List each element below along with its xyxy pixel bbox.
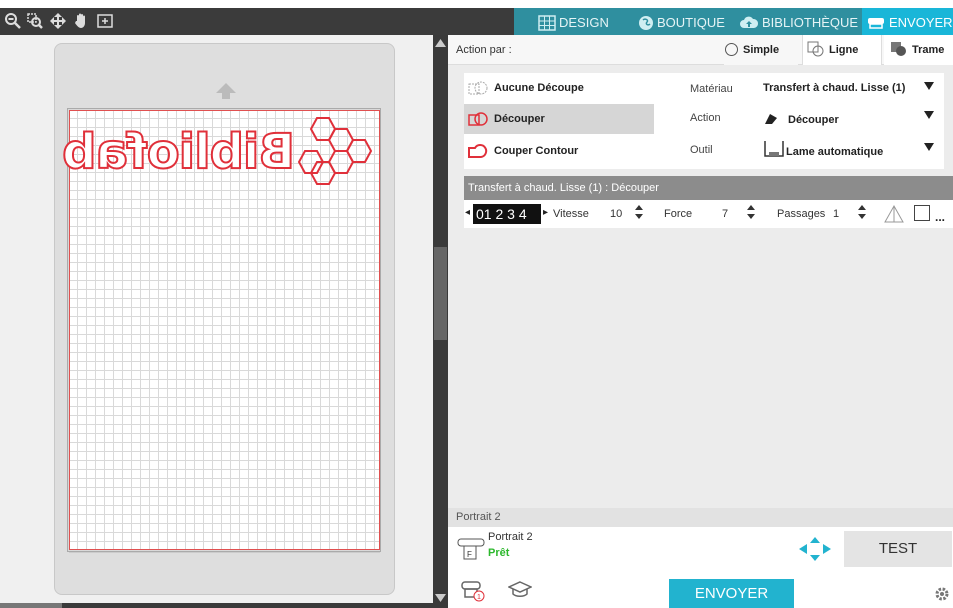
force-value[interactable]: 7: [722, 208, 728, 220]
action-option-simple[interactable]: Simple: [724, 35, 798, 65]
radio-icon: [725, 43, 738, 56]
design-object[interactable]: Bibliofab: [62, 114, 373, 186]
blade-right-arrow-icon[interactable]: ▸: [543, 207, 548, 218]
material-label: Matériau: [690, 83, 733, 95]
svg-text:F: F: [467, 550, 472, 559]
tool-select[interactable]: Lame automatique: [758, 137, 938, 163]
track-enhancing-icon[interactable]: [883, 204, 905, 224]
gear-icon[interactable]: [934, 586, 950, 602]
zoom-out-icon[interactable]: [4, 12, 22, 30]
cut-option-none-label: Aucune Découpe: [494, 82, 584, 94]
tool-value: Lame automatique: [786, 146, 884, 158]
force-label: Force: [664, 208, 693, 220]
checkbox-icon[interactable]: [914, 205, 930, 221]
tutorial-cap-icon[interactable]: [508, 580, 532, 600]
vertical-scrollbar-thumb[interactable]: [434, 247, 447, 340]
tool-label: Outil: [690, 144, 713, 156]
cut-settings-box: Aucune Découpe Découper Couper Contour M…: [464, 73, 944, 169]
no-cut-icon: [468, 81, 488, 95]
cut-icon: [468, 112, 488, 126]
raster-mode-icon: [891, 42, 906, 56]
action-option-ligne-label: Ligne: [829, 44, 859, 56]
scroll-down-icon[interactable]: [433, 593, 448, 603]
blade-depth-digits: 01 2 3 4: [476, 206, 527, 222]
cut-option-contour-label: Couper Contour: [494, 145, 579, 157]
material-select[interactable]: Transfert à chaud. Lisse (1): [758, 76, 938, 102]
panel-splitter[interactable]: [433, 35, 448, 608]
top-toolbar: DESIGN BOUTIQUE BIBLIOTHÈQUE ENVOYER: [0, 8, 953, 35]
device-panel: F Portrait 2 Prêt TEST: [448, 527, 953, 572]
tab-boutique-label: BOUTIQUE: [657, 15, 725, 31]
action-option-trame-label: Trame: [912, 44, 945, 56]
bottom-bar: 1 ENVOYER: [448, 572, 953, 608]
device-status: Prêt: [488, 547, 510, 559]
action-by-label: Action par :: [456, 44, 512, 56]
contour-cut-icon: [468, 144, 488, 158]
tab-bibliotheque[interactable]: BIBLIOTHÈQUE: [739, 8, 858, 35]
move-arrows-icon[interactable]: [49, 12, 67, 30]
feed-direction-icon: [216, 83, 236, 93]
mat-ruler: [69, 552, 380, 567]
test-button[interactable]: TEST: [844, 531, 952, 567]
line-mode-icon: [807, 41, 824, 57]
device-section-label: Portrait 2: [448, 508, 953, 527]
blade-depth-selector[interactable]: 01 2 3 4: [473, 204, 541, 224]
cut-option-contour[interactable]: Couper Contour: [464, 136, 654, 166]
horizontal-scrollbar-thumb[interactable]: [0, 603, 62, 608]
cut-option-cut[interactable]: Découper: [464, 104, 654, 134]
speed-spinner-icon[interactable]: [634, 204, 644, 222]
passes-label: Passages: [777, 208, 826, 220]
action-value: Découper: [788, 114, 839, 126]
grid-icon: [538, 14, 556, 31]
action-bar: Action par : Simple Ligne Trame: [448, 35, 953, 65]
fit-to-page-icon[interactable]: [96, 12, 114, 30]
send-button[interactable]: ENVOYER: [669, 579, 794, 608]
chevron-down-icon: [924, 111, 934, 119]
cutter-queue-icon[interactable]: 1: [460, 579, 486, 603]
scroll-up-icon[interactable]: [433, 38, 448, 48]
auto-blade-icon: [764, 141, 784, 157]
feed-direction-stem: [222, 93, 230, 99]
action-label: Action: [690, 112, 721, 124]
svg-text:1: 1: [477, 594, 481, 601]
action-option-trame[interactable]: Trame: [884, 35, 953, 65]
main-tabs: DESIGN BOUTIQUE BIBLIOTHÈQUE ENVOYER: [514, 8, 953, 35]
action-select[interactable]: Découper: [758, 105, 938, 131]
cloud-icon: [740, 16, 759, 28]
cut-option-cut-label: Découper: [494, 113, 545, 125]
zoom-selection-icon[interactable]: [26, 12, 44, 30]
action-option-simple-label: Simple: [743, 44, 780, 56]
material-value: Transfert à chaud. Lisse (1): [763, 82, 906, 94]
speed-label: Vitesse: [553, 208, 589, 220]
passes-value[interactable]: 1: [833, 208, 839, 220]
chevron-down-icon: [924, 143, 934, 151]
more-options-button[interactable]: ...: [935, 210, 945, 224]
move-blade-icon[interactable]: [798, 536, 832, 562]
chevron-down-icon: [924, 82, 934, 90]
blade-icon: [765, 114, 777, 124]
tab-bibliotheque-label: BIBLIOTHÈQUE: [762, 15, 859, 31]
tab-design[interactable]: DESIGN: [538, 8, 609, 35]
passes-spinner-icon[interactable]: [857, 204, 867, 222]
pan-hand-icon[interactable]: [73, 12, 91, 30]
tab-envoyer[interactable]: ENVOYER: [862, 8, 953, 35]
send-panel: Action par : Simple Ligne Trame Aucune D…: [448, 35, 953, 608]
hexagon-logo-icon: [297, 117, 373, 185]
cutter-icon: [868, 17, 884, 29]
tab-envoyer-label: ENVOYER: [889, 15, 953, 31]
tab-boutique[interactable]: BOUTIQUE: [638, 8, 725, 35]
settings-header: Transfert à chaud. Lisse (1) : Découper: [464, 176, 953, 200]
action-option-ligne[interactable]: Ligne: [802, 35, 882, 65]
force-spinner-icon[interactable]: [746, 204, 756, 222]
store-icon: [639, 15, 653, 30]
device-name: Portrait 2: [488, 531, 533, 543]
design-mirrored-text: Bibliofab: [62, 123, 296, 181]
tab-design-label: DESIGN: [559, 15, 609, 31]
cut-option-none[interactable]: Aucune Découpe: [464, 73, 654, 103]
blade-left-arrow-icon[interactable]: ◂: [465, 207, 470, 218]
speed-value[interactable]: 10: [610, 208, 622, 220]
cutter-device-icon[interactable]: F: [456, 535, 486, 563]
cut-settings-row: ◂ 01 2 3 4 ▸ Vitesse 10 Force 7 Passages…: [464, 200, 953, 228]
horizontal-scrollbar[interactable]: [0, 603, 433, 608]
